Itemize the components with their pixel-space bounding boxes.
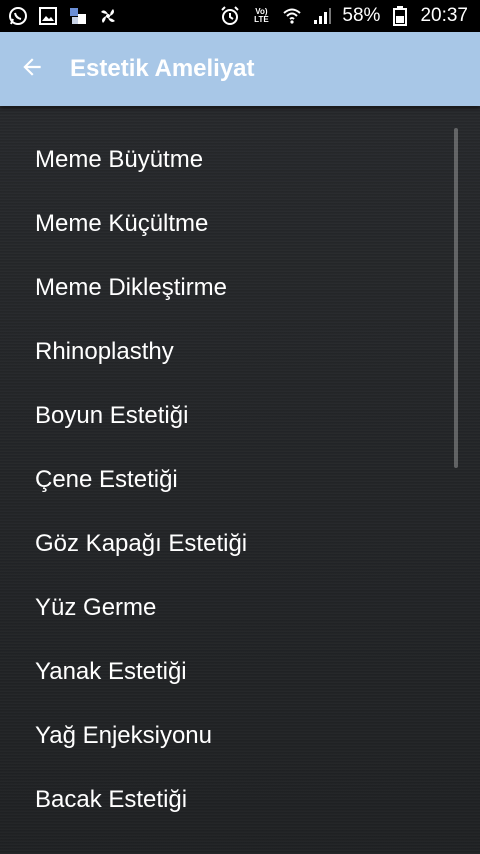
list-item[interactable]: Göz Kapağı Estetiği xyxy=(0,512,480,576)
back-button[interactable] xyxy=(0,32,64,106)
alarm-icon xyxy=(220,6,240,26)
list-item[interactable]: Meme Büyütme xyxy=(0,128,480,192)
list-item[interactable]: Boyun Estetiği xyxy=(0,384,480,448)
page-title: Estetik Ameliyat xyxy=(70,55,255,82)
status-left-icons xyxy=(8,6,118,26)
wifi-icon xyxy=(282,6,302,26)
app-bar: Estetik Ameliyat xyxy=(0,32,480,106)
battery-icon xyxy=(390,6,410,26)
list-item[interactable]: Rhinoplasthy xyxy=(0,320,480,384)
news-icon xyxy=(68,6,88,26)
signal-icon xyxy=(312,6,332,26)
list-item[interactable]: Bacak Estetiği xyxy=(0,768,480,832)
arrow-left-icon xyxy=(19,54,45,85)
scrollbar[interactable] xyxy=(454,128,458,468)
list-item[interactable]: Yüz Germe xyxy=(0,576,480,640)
content-area: Meme Büyütme Meme Küçültme Meme Dikleşti… xyxy=(0,106,480,854)
volte-bottom-label: LTE xyxy=(254,15,269,24)
image-icon xyxy=(38,6,58,26)
status-right-icons: Vo) LTE 58% 20:37 xyxy=(220,5,468,27)
volte-icon: Vo) LTE xyxy=(250,7,272,25)
list-item[interactable]: Yanak Estetiği xyxy=(0,640,480,704)
list-item[interactable]: Meme Dikleştirme xyxy=(0,256,480,320)
status-bar: Vo) LTE 58% 20:37 xyxy=(0,0,480,32)
list-item[interactable]: Yağ Enjeksiyonu xyxy=(0,704,480,768)
battery-percent: 58% xyxy=(342,5,381,26)
procedure-list: Meme Büyütme Meme Küçültme Meme Dikleşti… xyxy=(0,106,480,832)
whatsapp-icon xyxy=(8,6,28,26)
status-time: 20:37 xyxy=(420,5,468,26)
fan-icon xyxy=(98,6,118,26)
list-item[interactable]: Çene Estetiği xyxy=(0,448,480,512)
list-item[interactable]: Meme Küçültme xyxy=(0,192,480,256)
